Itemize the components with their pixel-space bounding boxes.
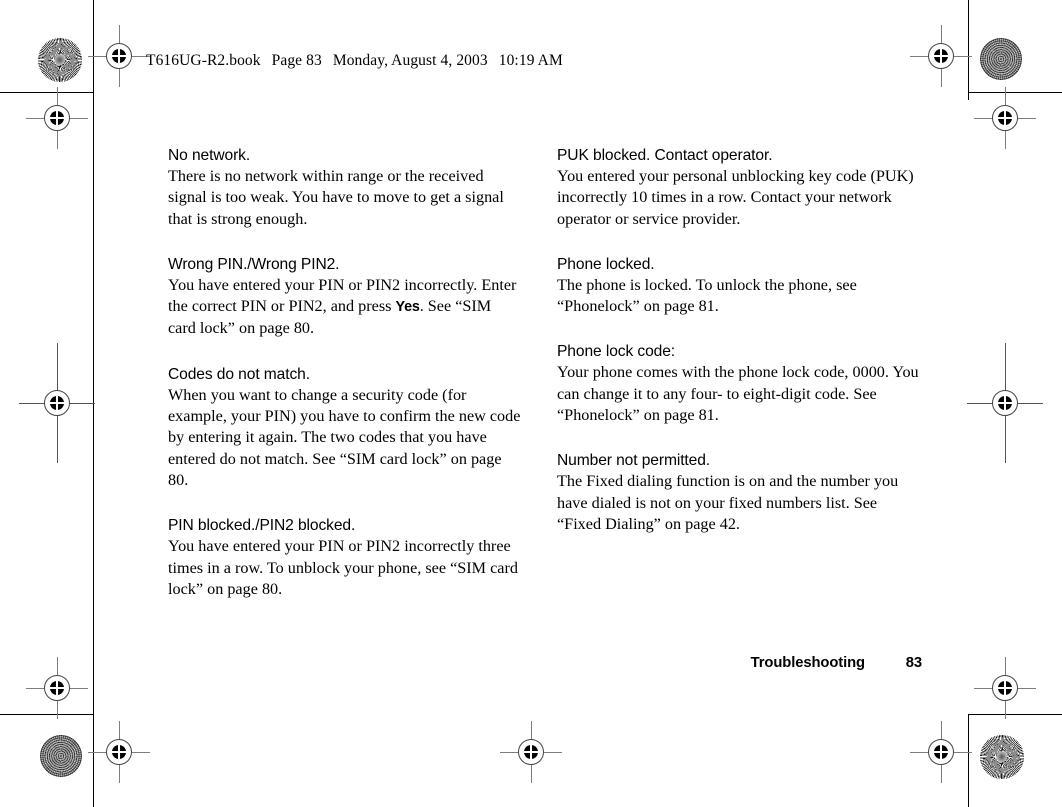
entry-heading: No network. <box>168 147 251 164</box>
entry-body: You have entered your PIN or PIN2 incorr… <box>168 275 523 340</box>
entry-body: When you want to change a security code … <box>168 385 521 489</box>
page-footer: Troubleshooting 83 <box>557 655 923 677</box>
text-column-right: PUK blocked. Contact operator. You enter… <box>557 146 922 535</box>
entry-heading: PIN blocked./PIN2 blocked. <box>168 517 356 535</box>
entry-wrong-pin: Wrong PIN./Wrong PIN2. You have entered … <box>168 255 523 340</box>
footer-page-number: 83 <box>905 655 922 671</box>
entry-body: There is no network within range or the … <box>168 167 504 228</box>
printed-page: T616UG-R2.book Page 83 Monday, August 4,… <box>0 0 1062 807</box>
footer-chapter-title: Troubleshooting <box>750 655 866 671</box>
entry-heading: Phone locked. <box>557 255 655 273</box>
softkey-label-yes: Yes <box>395 299 420 316</box>
entry-body: You entered your personal unblocking key… <box>557 167 914 228</box>
entry-no-network: No network. There is no network within r… <box>168 146 523 230</box>
entry-body: You have entered your PIN or PIN2 incorr… <box>168 537 518 598</box>
entry-body: The phone is locked. To unlock the phone… <box>557 275 857 316</box>
entry-heading: Number not permitted. <box>557 452 711 470</box>
entry-puk-blocked: PUK blocked. Contact operator. You enter… <box>557 146 922 230</box>
entry-number-not-permitted: Number not permitted. The Fixed dialing … <box>557 451 922 535</box>
entry-heading: Phone lock code: <box>557 343 676 361</box>
entry-codes-do-not-match: Codes do not match. When you want to cha… <box>168 365 523 491</box>
entry-phone-lock-code: Phone lock code: Your phone comes with t… <box>557 342 922 426</box>
entry-heading: PUK blocked. Contact operator. <box>557 147 773 164</box>
entry-heading: Codes do not match. <box>168 365 310 383</box>
entry-phone-locked: Phone locked. The phone is locked. To un… <box>557 255 922 318</box>
page-content: No network. There is no network within r… <box>0 0 1062 807</box>
entry-body: The Fixed dialing function is on and the… <box>557 472 899 533</box>
entry-heading: Wrong PIN./Wrong PIN2. <box>168 255 340 273</box>
text-column-left: No network. There is no network within r… <box>168 146 523 600</box>
entry-pin-blocked: PIN blocked./PIN2 blocked. You have ente… <box>168 516 523 600</box>
entry-body: Your phone comes with the phone lock cod… <box>557 363 919 425</box>
